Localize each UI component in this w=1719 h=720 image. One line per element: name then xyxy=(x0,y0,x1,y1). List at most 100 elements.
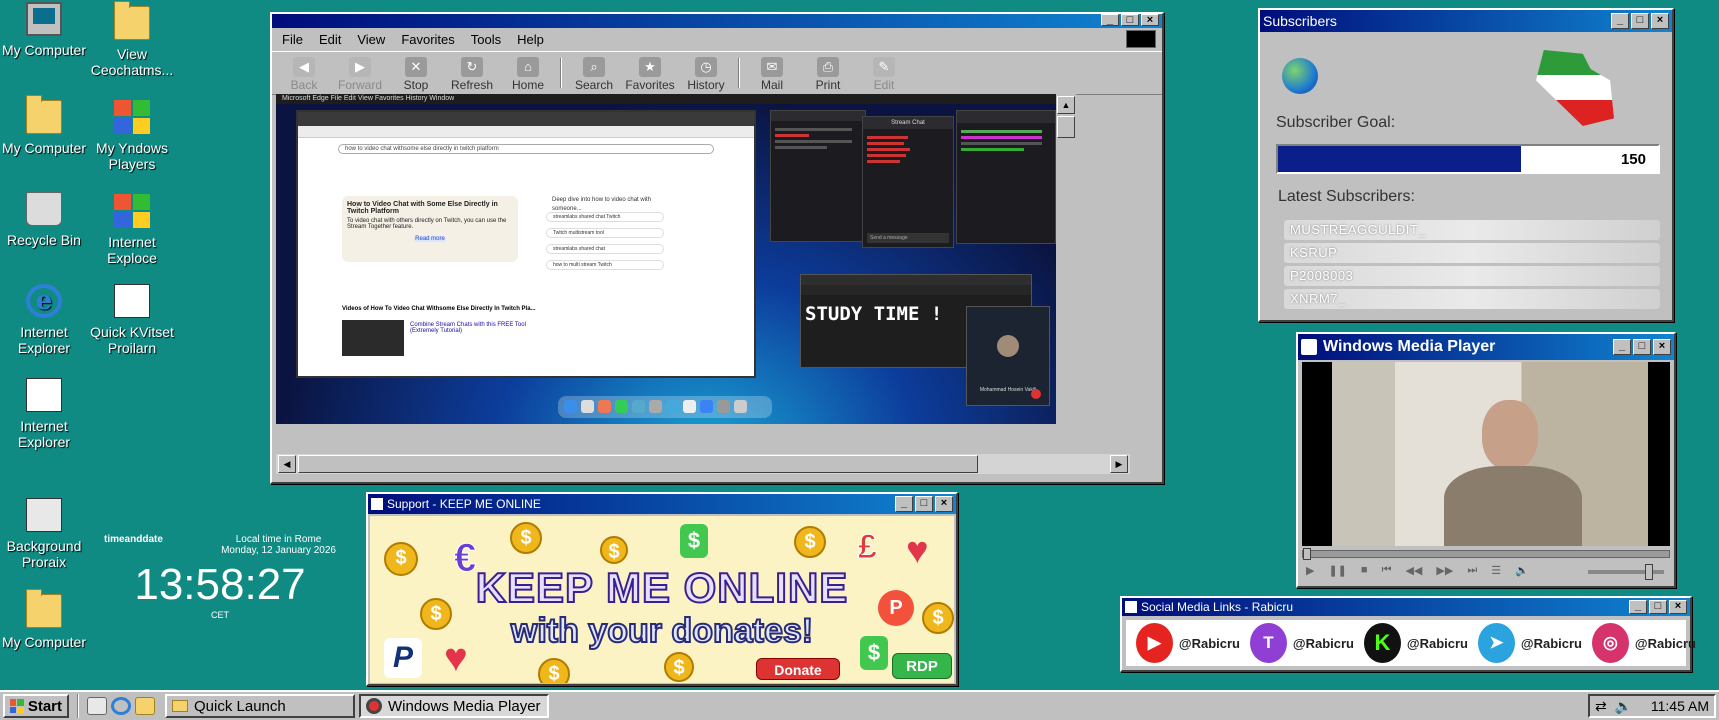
back-button[interactable]: ◀ Back xyxy=(278,54,330,92)
folder-icon xyxy=(114,1,150,40)
social-links: ▶ @Rabicru T @Rabicru K @Rabicru ➤ @Rabicru … xyxy=(1126,620,1696,666)
scroll-up-button[interactable]: ▲ xyxy=(1057,96,1075,114)
forward-button[interactable]: ▶ Forward xyxy=(334,54,386,92)
quick-launch-folder-icon[interactable] xyxy=(135,697,155,715)
playlist-icon[interactable]: ☰ xyxy=(1491,564,1501,577)
quick-launch-task[interactable]: Quick Launch xyxy=(165,694,355,718)
close-button[interactable]: × xyxy=(935,496,953,512)
horizontal-scrollbar[interactable]: ◀ ▶ xyxy=(276,454,1130,474)
print-button[interactable]: ⎙ Print xyxy=(802,54,854,92)
desktop-icon-background-proraix[interactable]: Background Proraix xyxy=(0,498,94,570)
history-icon: ◷ xyxy=(695,57,717,77)
coin-icon: $ xyxy=(664,652,694,682)
maximize-button[interactable]: □ xyxy=(1633,339,1651,355)
desktop-icon-recycle-bin[interactable]: Recycle Bin xyxy=(0,192,94,248)
minimize-button[interactable]: _ xyxy=(1101,14,1119,26)
media-player-task[interactable]: Windows Media Player xyxy=(359,694,549,718)
volume-icon[interactable]: 🔈 xyxy=(1615,698,1632,715)
desktop-icon-windows-players[interactable]: My Yndows Players xyxy=(82,100,182,172)
vertical-scrollbar[interactable]: ▲ xyxy=(1056,94,1076,424)
refresh-button[interactable]: ↻ Refresh xyxy=(446,54,498,92)
window-title: Support - KEEP ME ONLINE xyxy=(387,497,541,511)
minimize-button[interactable]: _ xyxy=(1611,13,1629,29)
browser-toolbar: ◀ Back ▶ Forward ✕ Stop ↻ Refresh ⌂ Home ⌕ Sea… xyxy=(272,51,1162,95)
stop-button[interactable]: ✕ Stop xyxy=(390,54,442,92)
menu-view[interactable]: View xyxy=(357,32,385,47)
scroll-left-button[interactable]: ◀ xyxy=(278,455,296,473)
volume-slider[interactable] xyxy=(1588,564,1664,580)
desktop-icon-label: Internet Exploce xyxy=(107,234,157,266)
scroll-thumb-horizontal[interactable] xyxy=(298,455,978,473)
mail-button[interactable]: ✉ Mail xyxy=(746,54,798,92)
volume-thumb[interactable] xyxy=(1644,564,1653,580)
social-link-instagram[interactable]: ◎ @Rabicru xyxy=(1592,623,1696,663)
quick-launch-notepad[interactable] xyxy=(87,697,107,715)
refresh-icon: ↻ xyxy=(461,57,483,77)
social-link-telegram[interactable]: ➤ @Rabicru xyxy=(1478,623,1582,663)
menu-file[interactable]: File xyxy=(282,32,303,47)
desktop-icon-label: Quick KVitset Proilarn xyxy=(90,324,174,356)
minimize-button[interactable]: _ xyxy=(1629,600,1647,614)
social-link-kick[interactable]: K @Rabicru xyxy=(1364,623,1468,663)
minimize-button[interactable]: _ xyxy=(1613,339,1631,355)
maximize-button[interactable]: □ xyxy=(1121,14,1139,26)
seek-thumb[interactable] xyxy=(1303,548,1311,560)
close-button[interactable]: × xyxy=(1653,339,1671,355)
video-thumbnail[interactable] xyxy=(342,320,404,356)
minimize-button[interactable]: _ xyxy=(895,496,913,512)
search-button[interactable]: ⌕ Search xyxy=(568,54,620,92)
desktop-icon-internet-exploce[interactable]: Internet Exploce xyxy=(82,194,182,266)
maximize-button[interactable]: □ xyxy=(1631,13,1649,29)
scroll-right-button[interactable]: ▶ xyxy=(1110,455,1128,473)
desktop-icon-quick-kvitset[interactable]: Quick KVitset Proilarn xyxy=(82,284,182,356)
menu-favorites[interactable]: Favorites xyxy=(401,32,454,47)
social-link-youtube[interactable]: ▶ @Rabicru xyxy=(1136,623,1240,663)
close-button[interactable]: × xyxy=(1669,600,1687,614)
quick-launch-internet-explorer-icon[interactable] xyxy=(111,697,131,715)
menu-tools[interactable]: Tools xyxy=(471,32,501,47)
desktop-icon-my-computer[interactable]: My Computer xyxy=(0,2,94,58)
video-title[interactable]: Combine Stream Chats with this FREE Tool… xyxy=(410,322,550,334)
speaker-icon[interactable]: 🔈 xyxy=(1515,564,1529,577)
desktop-icon-my-documents[interactable]: My Computer xyxy=(0,95,94,156)
close-button[interactable]: × xyxy=(1651,13,1669,29)
edit-button[interactable]: ✎ Edit xyxy=(858,54,910,92)
favorites-button[interactable]: ★ Favorites xyxy=(624,54,676,92)
previous-icon[interactable]: ⏮ xyxy=(1382,564,1392,577)
network-icon[interactable]: ⇄ xyxy=(1595,698,1607,715)
tray-clock: 11:45 AM xyxy=(1650,698,1709,714)
desktop-icon-internet-explorer-2[interactable]: Internet Explorer xyxy=(0,378,94,450)
edit-icon: ✎ xyxy=(873,57,895,77)
search-box[interactable]: how to video chat withsome else directly… xyxy=(338,144,714,154)
seek-bar[interactable] xyxy=(1302,548,1670,560)
desktop-icon-internet-explorer[interactable]: e Internet Explorer xyxy=(0,284,94,356)
social-link-twitch[interactable]: T @Rabicru xyxy=(1250,623,1354,663)
desktop-icon-view-ceochatms[interactable]: View Ceochatms... xyxy=(82,1,182,78)
home-button[interactable]: ⌂ Home xyxy=(502,54,554,92)
folder-documents-icon xyxy=(26,95,62,134)
pause-icon[interactable]: ❚❚ xyxy=(1328,564,1346,577)
menu-help[interactable]: Help xyxy=(517,32,544,47)
menu-edit[interactable]: Edit xyxy=(319,32,341,47)
latest-subscribers-label: Latest Subscribers: xyxy=(1278,188,1415,205)
rdp-button[interactable]: RDP xyxy=(892,653,952,679)
donate-button[interactable]: Donate xyxy=(756,658,840,680)
start-button[interactable]: Start xyxy=(3,694,69,718)
youtube-icon: ▶ xyxy=(1136,623,1173,663)
play-icon[interactable]: ▶ xyxy=(1306,564,1314,577)
scroll-thumb[interactable] xyxy=(1057,116,1075,138)
video-call-window: Mohammad Hosein Vakili xyxy=(966,306,1050,406)
hangup-icon[interactable] xyxy=(1031,389,1041,399)
desktop-icon-my-computer-2[interactable]: My Computer xyxy=(0,589,94,650)
next-icon[interactable]: ⏭ xyxy=(1467,564,1477,577)
subscribers-window: Subscribers _ □ × Subscriber Goal: 150 L… xyxy=(1258,8,1674,322)
stop-icon[interactable]: ■ xyxy=(1361,564,1368,577)
list-item: MUSTREAGGULDIT_ xyxy=(1284,220,1660,240)
close-button[interactable]: × xyxy=(1141,14,1159,26)
maximize-button[interactable]: □ xyxy=(1649,600,1667,614)
fast-forward-icon[interactable]: ▶▶ xyxy=(1436,564,1453,577)
history-button[interactable]: ◷ History xyxy=(680,54,732,92)
rewind-icon[interactable]: ◀◀ xyxy=(1405,564,1422,577)
maximize-button[interactable]: □ xyxy=(915,496,933,512)
dollar-bill-icon: $ xyxy=(680,524,708,558)
